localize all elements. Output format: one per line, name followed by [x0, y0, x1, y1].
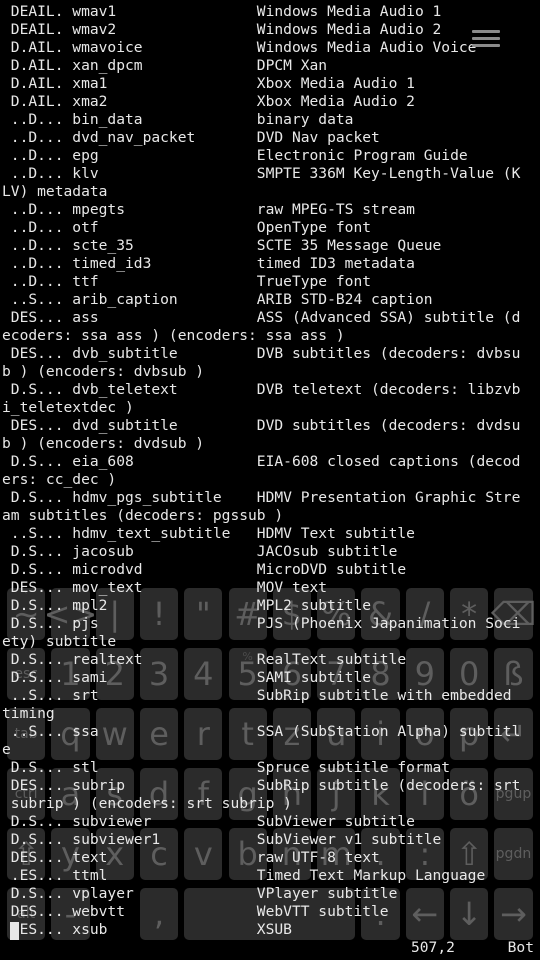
terminal-line: ety) subtitle — [2, 633, 117, 650]
hamburger-menu-icon[interactable] — [472, 26, 500, 51]
terminal-line: DES... text raw UTF-8 text — [2, 849, 380, 866]
terminal-line: DES... ass ASS (Advanced SSA) subtitle (… — [2, 309, 521, 326]
terminal-line: D.S... stl Spruce subtitle format — [2, 759, 451, 776]
status-line: 507,2 Bot — [411, 939, 534, 956]
terminal-line: ..D... timed_id3 timed ID3 metadata — [2, 255, 415, 272]
terminal-line: D.AIL. xan_dpcm DPCM Xan — [2, 57, 328, 74]
terminal-line: ..D... mpegts raw MPEG-TS stream — [2, 201, 415, 218]
terminal-line: D.AIL. wmavoice Windows Media Audio Voic… — [2, 39, 477, 56]
terminal-output[interactable]: DEAIL. wmav1 Windows Media Audio 1 DEAIL… — [2, 3, 540, 939]
terminal-line: DES... dvb_subtitle DVB subtitles (decod… — [2, 345, 521, 362]
terminal-line: ..D... scte_35 SCTE 35 Message Queue — [2, 237, 442, 254]
terminal-line: e — [2, 741, 11, 758]
terminal-line: DES... mov_text MOV text — [2, 579, 328, 596]
terminal-line: D.S... realtext RealText subtitle — [2, 651, 407, 668]
terminal-line: ..D... bin_data binary data — [2, 111, 354, 128]
terminal-line: am subtitles (decoders: pgssub ) — [2, 507, 284, 524]
terminal-line: ..D... dvd_nav_packet DVD Nav packet — [2, 129, 380, 146]
terminal-line: .ES... ttml Timed Text Markup Language — [2, 867, 486, 884]
terminal-line: ..S... ssa SSA (SubStation Alpha) subtit… — [2, 723, 521, 740]
terminal-cursor — [10, 922, 19, 940]
terminal-line: D.S... dvb_teletext DVB teletext (decode… — [2, 381, 521, 398]
terminal-line: ..D... ttf TrueType font — [2, 273, 372, 290]
terminal-line: D.S... subviewer1 SubViewer v1 subtitle — [2, 831, 442, 848]
terminal-line: D.S... hdmv_pgs_subtitle HDMV Presentati… — [2, 489, 521, 506]
terminal-line: DES... subrip SubRip subtitle (decoders:… — [2, 777, 521, 794]
terminal-line: D.S... subviewer SubViewer subtitle — [2, 813, 415, 830]
terminal-line: DES... webvtt WebVTT subtitle — [2, 903, 389, 920]
terminal-line: D.S... eia_608 EIA-608 closed captions (… — [2, 453, 521, 470]
terminal-line: DES... dvd_subtitle DVD subtitles (decod… — [2, 417, 521, 434]
terminal-line: ecoders: ssa ass ) (encoders: ssa ass ) — [2, 327, 345, 344]
terminal-line: ..D... otf OpenType font — [2, 219, 372, 236]
terminal-line: ..S... hdmv_text_subtitle HDMV Text subt… — [2, 525, 415, 542]
terminal-line: DES... xsub XSUB — [2, 921, 292, 938]
cursor-position: 507,2 — [410, 939, 455, 956]
terminal-line: D.S... sami SAMI subtitle — [2, 669, 372, 686]
terminal-line: b ) (encoders: dvbsub ) — [2, 363, 205, 380]
terminal-line: DEAIL. wmav2 Windows Media Audio 2 — [2, 21, 442, 38]
terminal-line: ers: cc_dec ) — [2, 471, 117, 488]
terminal-line: D.AIL. xma2 Xbox Media Audio 2 — [2, 93, 415, 110]
terminal-line: ..S... srt SubRip subtitle with embedded — [2, 687, 521, 704]
terminal-line: D.S... pjs PJS (Phoenix Japanimation Soc… — [2, 615, 521, 632]
terminal-line: ..D... klv SMPTE 336M Key-Length-Value (… — [2, 165, 521, 182]
terminal-line: ..S... arib_caption ARIB STD-B24 caption — [2, 291, 433, 308]
scroll-indicator: Bot — [507, 939, 534, 956]
terminal-line: DEAIL. wmav1 Windows Media Audio 1 — [2, 3, 442, 20]
terminal-line: D.S... mpl2 MPL2 subtitle — [2, 597, 372, 614]
terminal-line: subrip ) (encoders: srt subrip ) — [2, 795, 292, 812]
terminal-line: b ) (encoders: dvdsub ) — [2, 435, 205, 452]
terminal-line: ..D... epg Electronic Program Guide — [2, 147, 468, 164]
terminal-line: i_teletextdec ) — [2, 399, 134, 416]
terminal-line: timing — [2, 705, 55, 722]
terminal-line: D.AIL. xma1 Xbox Media Audio 1 — [2, 75, 415, 92]
terminal-line: D.S... jacosub JACOsub subtitle — [2, 543, 398, 560]
terminal-line: LV) metadata — [2, 183, 108, 200]
terminal-line: D.S... vplayer VPlayer subtitle — [2, 885, 398, 902]
terminal-line: D.S... microdvd MicroDVD subtitle — [2, 561, 407, 578]
